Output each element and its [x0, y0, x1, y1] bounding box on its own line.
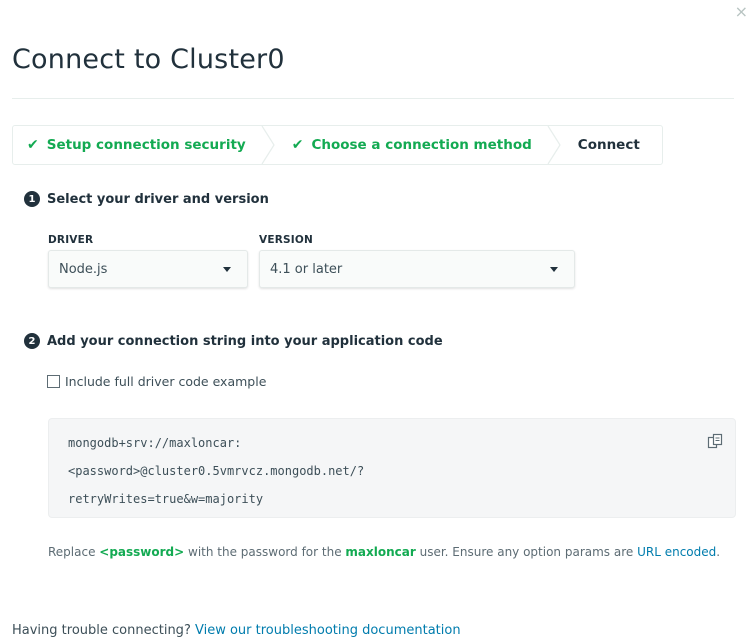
driver-label: DRIVER — [48, 234, 94, 246]
step-number-badge: 1 — [24, 191, 40, 207]
chevron-down-icon — [223, 266, 231, 272]
copy-icon[interactable] — [707, 433, 723, 449]
chevron-separator-icon — [261, 126, 275, 164]
full-code-checkbox-row[interactable]: Include full driver code example — [47, 374, 266, 389]
step-progress: ✔ Setup connection security ✔ Choose a c… — [12, 125, 663, 165]
version-select[interactable]: 4.1 or later — [259, 250, 575, 288]
step-connect: Connect — [564, 126, 662, 164]
section-title: Add your connection string into your app… — [47, 333, 443, 349]
step-label: Choose a connection method — [311, 137, 532, 153]
driver-select-value: Node.js — [59, 261, 108, 277]
password-placeholder: <password> — [99, 545, 185, 559]
check-icon: ✔ — [291, 137, 304, 153]
troubleshooting-docs-link[interactable]: View our troubleshooting documentation — [195, 623, 461, 638]
section-1-heading: 1 Select your driver and version — [24, 191, 269, 207]
chevron-down-icon — [550, 266, 558, 272]
note-text: user. Ensure any option params are — [415, 545, 638, 559]
check-icon: ✔ — [27, 137, 39, 153]
connection-string[interactable]: mongodb+srv://maxloncar: <password>@clus… — [68, 429, 364, 513]
password-note: Replace <password> with the password for… — [48, 542, 738, 562]
connection-string-box: mongodb+srv://maxloncar: <password>@clus… — [48, 418, 736, 518]
title-divider — [12, 98, 734, 99]
step-label: Connect — [577, 137, 640, 153]
url-encoded-link[interactable]: URL encoded — [637, 545, 716, 559]
step-setup-security[interactable]: ✔ Setup connection security — [13, 126, 260, 164]
step-number-badge: 2 — [24, 333, 40, 349]
include-code-checkbox[interactable] — [47, 375, 60, 388]
step-choose-method[interactable]: ✔ Choose a connection method — [278, 126, 546, 164]
note-text: . — [716, 545, 721, 559]
note-text: Replace — [48, 545, 100, 559]
code-line: <password>@cluster0.5vmrvcz.mongodb.net/… — [68, 464, 365, 478]
version-select-value: 4.1 or later — [270, 261, 343, 277]
code-line: retryWrites=true&w=majority — [68, 492, 264, 506]
section-title: Select your driver and version — [47, 191, 269, 207]
chevron-separator-icon — [547, 126, 561, 164]
step-label: Setup connection security — [46, 137, 246, 153]
username: maxloncar — [345, 545, 416, 559]
driver-select[interactable]: Node.js — [48, 250, 248, 288]
note-text: with the password for the — [184, 545, 346, 559]
modal-title: Connect to Cluster0 — [12, 44, 285, 75]
troubleshooting-line: Having trouble connecting? View our trou… — [12, 623, 461, 638]
checkbox-label: Include full driver code example — [65, 374, 267, 389]
version-label: VERSION — [259, 234, 313, 246]
code-line: mongodb+srv://maxloncar: — [68, 436, 242, 450]
section-2-heading: 2 Add your connection string into your a… — [24, 333, 443, 349]
trouble-text: Having trouble connecting? — [12, 623, 195, 638]
close-icon[interactable]: × — [735, 2, 748, 21]
